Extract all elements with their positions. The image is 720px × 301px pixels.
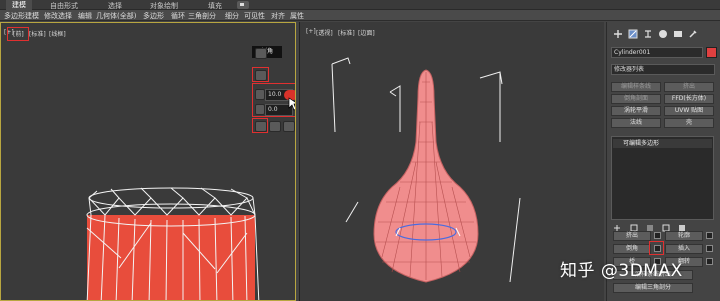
- poly-tool-button[interactable]: 挤出: [613, 231, 651, 241]
- panel-visibility[interactable]: 可见性: [244, 11, 265, 21]
- group-button-highlight: [252, 67, 269, 82]
- panel-polygon-modeling[interactable]: 多边形建模: [4, 11, 39, 21]
- panel-edit[interactable]: 编辑: [78, 11, 92, 21]
- poly-tool-button[interactable]: 倒角: [613, 244, 651, 254]
- modify-tab-icon[interactable]: [628, 29, 638, 39]
- display-tab-icon[interactable]: [673, 29, 683, 39]
- object-name-field[interactable]: Cylinder001: [611, 47, 703, 58]
- settings-square-button[interactable]: [706, 245, 713, 252]
- mouse-cursor-icon: [288, 97, 295, 111]
- tab-modeling[interactable]: 建模: [6, 0, 32, 10]
- panel-align[interactable]: 对齐: [271, 11, 285, 21]
- ribbon-panel-bar: 多边形建模 修改选择 编辑 几何体(全部) 多边形 循环 三角剖分 细分 可见性…: [0, 10, 720, 21]
- apply-button-highlight: [252, 118, 268, 133]
- settings-square-button[interactable]: [706, 258, 713, 265]
- poly-tool-button[interactable]: 编辑三角剖分: [613, 283, 693, 293]
- caddy-add-icon[interactable]: [269, 121, 281, 132]
- create-tab-icon[interactable]: [613, 29, 623, 39]
- modifier-list-dropdown[interactable]: 修改器列表: [611, 64, 715, 75]
- object-color-swatch[interactable]: [706, 47, 717, 58]
- modifier-button[interactable]: 壳: [664, 118, 714, 128]
- cylinder-wireframe: [86, 187, 260, 300]
- ribbon-options-button[interactable]: [237, 1, 249, 9]
- panel-modify-selection[interactable]: 修改选择: [44, 11, 72, 21]
- panel-subdivision[interactable]: 细分: [225, 11, 239, 21]
- stack-item-editable-poly[interactable]: 可编辑多边形: [613, 139, 712, 148]
- modifier-button[interactable]: FFD(长方体): [664, 94, 714, 104]
- caddy-cancel-icon[interactable]: [283, 121, 295, 132]
- perspective-viewport[interactable]: [+] [透视] [标准] [边面]: [299, 22, 604, 301]
- modifier-button[interactable]: 涡轮平滑: [611, 106, 661, 116]
- bevel-settings-highlight: [649, 241, 664, 255]
- settings-square-button[interactable]: [654, 232, 661, 239]
- panel-loops[interactable]: 循环: [171, 11, 185, 21]
- poly-tool-button[interactable]: 轮廓: [665, 231, 703, 241]
- ribbon-tab-bar: 建模 自由形式 选择 对象绘制 填充: [0, 0, 720, 10]
- modifier-list-label: 修改器列表: [614, 66, 645, 73]
- modifier-button[interactable]: 法线: [611, 118, 661, 128]
- modifier-button[interactable]: 挤出: [664, 82, 714, 92]
- modifier-button[interactable]: 倒角剖面: [611, 94, 661, 104]
- panel-properties[interactable]: 属性: [290, 11, 304, 21]
- poly-tool-button[interactable]: 插入: [665, 244, 703, 254]
- modifier-button[interactable]: UVW 贴图: [664, 106, 714, 116]
- utilities-tab-icon[interactable]: [688, 29, 698, 39]
- motion-tab-icon[interactable]: [658, 29, 668, 39]
- panel-geometry-all[interactable]: 几何体(全部): [96, 11, 136, 21]
- vase-mesh: [331, 57, 521, 283]
- watermark: 知乎 @3DMAX: [560, 261, 683, 281]
- panel-polygons[interactable]: 多边形: [143, 11, 164, 21]
- object-name-value: Cylinder001: [614, 49, 651, 56]
- stack-item-label: 可编辑多边形: [623, 140, 660, 147]
- caddy-ok-button[interactable]: [255, 48, 267, 59]
- settings-square-button[interactable]: [706, 232, 713, 239]
- front-viewport[interactable]: [+] [前] [标准] [线框] 倒角 10.0 0.0: [0, 22, 296, 301]
- modifier-button[interactable]: 编辑样条线: [611, 82, 661, 92]
- hierarchy-tab-icon[interactable]: [643, 29, 653, 39]
- modifier-stack[interactable]: 可编辑多边形: [611, 136, 714, 220]
- panel-tris[interactable]: 三角剖分: [188, 11, 216, 21]
